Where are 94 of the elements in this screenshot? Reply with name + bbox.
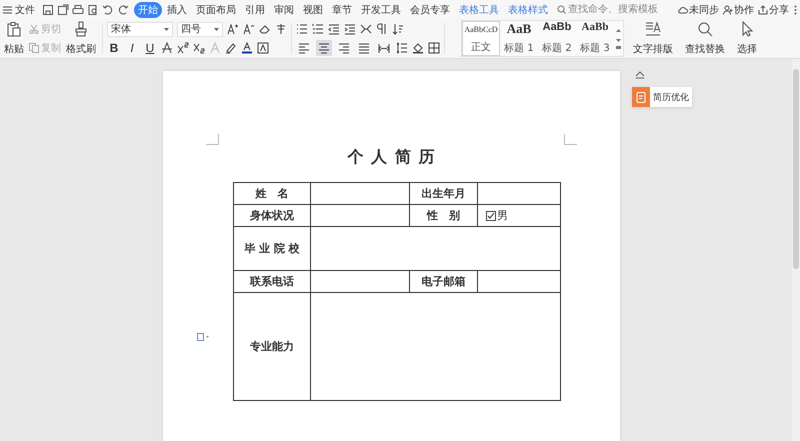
- bullet-list-icon[interactable]: [296, 23, 308, 36]
- checkbox[interactable]: [486, 210, 496, 220]
- subscript-icon[interactable]: [193, 42, 205, 54]
- share-icon: [758, 4, 768, 14]
- export-icon[interactable]: [57, 4, 69, 16]
- table-label-cell: 身体状况: [234, 204, 310, 226]
- search-icon: [557, 5, 566, 14]
- strikethrough-icon[interactable]: [161, 42, 173, 54]
- table-label-cell: 性 别: [410, 204, 478, 226]
- ribbon-tab[interactable]: 开始: [134, 2, 162, 18]
- font-style-button[interactable]: U: [143, 40, 157, 55]
- indent-icon[interactable]: [344, 23, 356, 36]
- style-preset[interactable]: AaBb 标题 2: [538, 21, 576, 56]
- file-menu[interactable]: 文件: [13, 2, 37, 16]
- redo-icon[interactable]: [117, 4, 129, 16]
- toolbar-action[interactable]: 未同步: [678, 2, 719, 16]
- phonetic-icon[interactable]: [275, 23, 287, 36]
- checkbox-label: 男: [497, 208, 508, 223]
- collapse-icon[interactable]: [635, 71, 645, 79]
- paintbrush-icon: [73, 21, 89, 37]
- ribbon-tab[interactable]: 表格样式: [504, 2, 552, 18]
- undo-icon[interactable]: [102, 4, 114, 16]
- borders-icon[interactable]: [428, 42, 440, 54]
- ribbon-tab[interactable]: 页面布局: [192, 2, 240, 18]
- toolbar-action[interactable]: 分享: [758, 2, 789, 16]
- style-preset[interactable]: AaB 标题 1: [500, 21, 538, 56]
- style-preset[interactable]: AaBb 标题 3: [576, 21, 614, 56]
- style-preset[interactable]: AaBbCcD 正文: [462, 21, 500, 56]
- cloud-icon: [678, 4, 688, 14]
- font-size-select[interactable]: 四号: [177, 22, 223, 37]
- table-cell[interactable]: [310, 204, 410, 226]
- search-field[interactable]: 查找命令、搜索模板: [557, 4, 664, 15]
- table-cell[interactable]: [478, 182, 560, 204]
- table-cell[interactable]: [310, 270, 410, 292]
- font-style-button[interactable]: B: [107, 40, 121, 55]
- ribbon-tab[interactable]: 章节: [328, 2, 356, 18]
- table-label-cell: 姓 名: [234, 182, 310, 204]
- ribbon-tab[interactable]: 开发工具: [357, 2, 405, 18]
- table-cell[interactable]: 男: [478, 204, 560, 226]
- table-cell[interactable]: [310, 182, 410, 204]
- search-icon: [697, 21, 713, 37]
- table-handle-icon[interactable]: [197, 333, 209, 341]
- table-cell[interactable]: [310, 226, 560, 270]
- shading-icon[interactable]: [412, 42, 424, 54]
- sort-icon[interactable]: [392, 23, 404, 36]
- print-icon[interactable]: [72, 4, 84, 16]
- outdent-icon[interactable]: [328, 23, 340, 36]
- font-name-select[interactable]: 宋体: [107, 22, 173, 37]
- ribbon-tab[interactable]: 视图: [299, 2, 327, 18]
- superscript-icon[interactable]: [177, 42, 189, 54]
- more-icon[interactable]: [794, 4, 797, 14]
- character-border-icon[interactable]: [257, 42, 269, 54]
- table-cell[interactable]: [310, 292, 560, 400]
- ribbon-tab[interactable]: 插入: [163, 2, 191, 18]
- paragraph-mark-icon[interactable]: [376, 23, 388, 36]
- table-label-cell: 毕 业 院 校: [234, 226, 310, 270]
- ribbon-tab[interactable]: 会员专享: [406, 2, 454, 18]
- ribbon-tab[interactable]: 引用: [241, 2, 269, 18]
- ribbon-tool-button[interactable]: 文字排版: [631, 20, 675, 57]
- table-label-cell: 专业能力: [234, 292, 310, 400]
- preview-icon[interactable]: [87, 4, 99, 16]
- eraser-icon[interactable]: [259, 23, 271, 36]
- toolbar-action[interactable]: 协作: [723, 2, 754, 16]
- align-center-icon[interactable]: [316, 40, 332, 56]
- highlighter-icon[interactable]: [225, 42, 237, 54]
- line-spacing-icon[interactable]: [396, 42, 408, 54]
- document-icon: [632, 87, 650, 107]
- table-cell[interactable]: [478, 270, 560, 292]
- table-label-cell: 出生年月: [410, 182, 478, 204]
- scrollbar[interactable]: [792, 59, 800, 441]
- menu-icon[interactable]: [3, 6, 12, 14]
- table-label-cell: 电子邮箱: [410, 270, 478, 292]
- ribbon-tool-button[interactable]: 选择: [735, 20, 759, 57]
- font-color-icon[interactable]: [241, 42, 253, 54]
- table-label-cell: 联系电话: [234, 270, 310, 292]
- paste-button[interactable]: 粘贴: [2, 20, 26, 57]
- document-title: 个 人 简 历: [346, 147, 436, 168]
- dropdown-icon: [164, 28, 169, 31]
- scissors-icon: [29, 24, 39, 34]
- shrink-font-icon[interactable]: [243, 23, 255, 36]
- numbered-list-icon[interactable]: [312, 23, 324, 36]
- ribbon-tab[interactable]: 审阅: [270, 2, 298, 18]
- ribbon-tab[interactable]: 表格工具: [455, 2, 503, 18]
- grow-font-icon[interactable]: [227, 23, 239, 36]
- dropdown-icon: [214, 28, 219, 31]
- save-icon[interactable]: [42, 4, 54, 16]
- font-style-button[interactable]: I: [125, 40, 139, 55]
- text-layout-icon: [645, 21, 661, 37]
- chinese-layout-icon[interactable]: [360, 23, 372, 36]
- format-painter-button[interactable]: 格式刷: [64, 20, 98, 57]
- person-icon: [723, 4, 733, 14]
- copy-icon: [29, 42, 39, 53]
- resume-optimize-button[interactable]: 简历优化: [632, 87, 692, 107]
- ribbon-tool-button[interactable]: 查找替换: [683, 20, 727, 57]
